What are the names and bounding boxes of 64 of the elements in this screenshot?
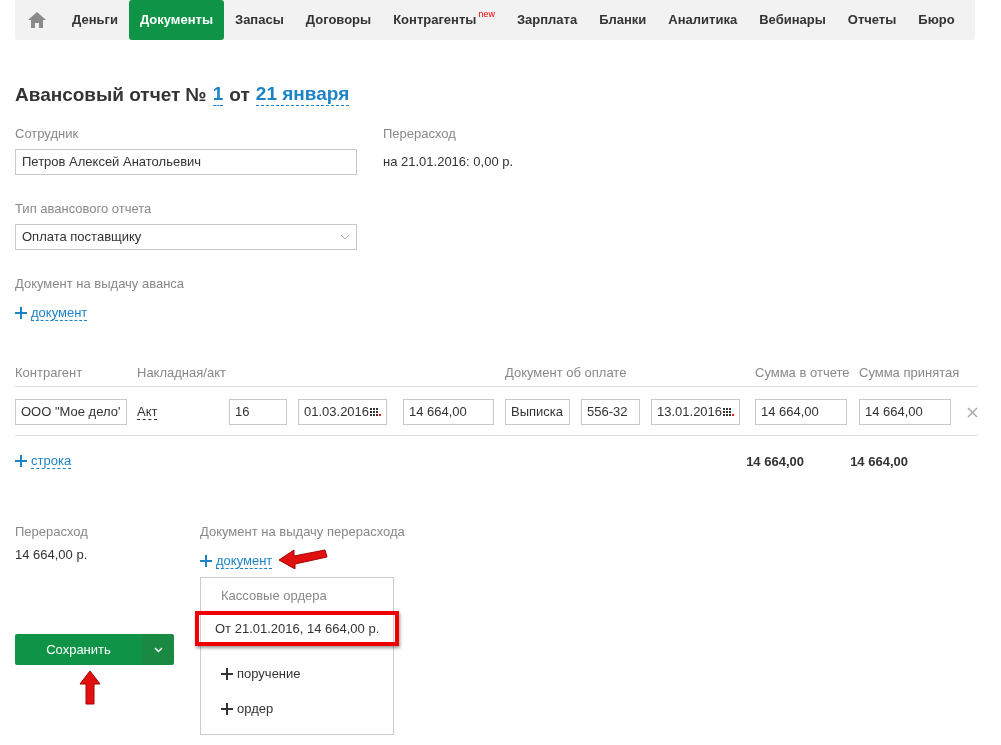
table-input[interactable]: 14 664,00 xyxy=(859,399,951,425)
add-document-link[interactable]: документ xyxy=(216,553,273,569)
total-value: 14 664,00 xyxy=(850,453,909,469)
chevron-down-icon xyxy=(153,646,163,653)
plus-icon xyxy=(221,702,233,715)
home-icon[interactable] xyxy=(27,11,47,29)
nav-tab[interactable]: Документы xyxy=(128,0,224,40)
menu-item[interactable]: От 21.01.2016, 14 664,00 р. xyxy=(195,611,399,646)
column-header: Накладная/акт xyxy=(137,365,226,380)
plus-icon xyxy=(15,307,27,319)
total-value: 14 664,00 xyxy=(746,453,805,469)
menu-item[interactable]: ордер xyxy=(237,701,274,716)
menu-section-header: Кассовые ордера xyxy=(220,588,328,603)
table-input[interactable]: ООО "Мое дело' xyxy=(15,399,127,425)
calendar-icon xyxy=(723,408,734,416)
nav-tab[interactable]: Зарплата xyxy=(505,0,589,40)
nav-tab[interactable]: Вебинары xyxy=(748,0,837,40)
date-field[interactable]: 13.01.2016 xyxy=(651,399,740,425)
plus-icon xyxy=(200,555,212,567)
nav-tab[interactable]: Запасы xyxy=(224,0,295,40)
nav-tab[interactable]: Отчеты xyxy=(836,0,908,40)
nav-tab[interactable]: Контрагенты$^{new}$ xyxy=(382,0,506,40)
add-row-link[interactable]: строка xyxy=(31,453,72,469)
arrow-icon xyxy=(278,547,328,569)
plus-icon xyxy=(221,667,233,680)
nav-tab[interactable]: Договоры xyxy=(294,0,383,40)
column-header: Документ об оплате xyxy=(505,365,627,380)
report-type-select[interactable]: Оплата поставщику xyxy=(15,224,357,250)
table-input[interactable]: 16 xyxy=(229,399,287,425)
document-type-link[interactable]: Акт xyxy=(137,404,158,420)
arrow-icon xyxy=(79,670,101,706)
overspend-amount: 14 664,00 р. xyxy=(15,547,89,562)
chevron-down-icon xyxy=(340,234,350,240)
field-label: Документ на выдачу перерасхода xyxy=(200,524,405,539)
title-from: от xyxy=(229,84,250,106)
field-label: Сотрудник xyxy=(15,126,80,141)
field-label: Перерасход xyxy=(15,524,89,539)
add-document-link[interactable]: документ xyxy=(31,305,88,321)
column-header: Сумма принятая xyxy=(859,365,960,380)
employee-field[interactable]: Петров Алексей Анатольевич xyxy=(15,149,357,175)
field-label: Документ на выдачу аванса xyxy=(15,276,186,291)
date-link[interactable]: 21 января xyxy=(255,84,350,106)
nav-tab[interactable]: Бюро xyxy=(907,0,966,40)
table-input[interactable]: 14 664,00 xyxy=(755,399,847,425)
column-header: Контрагент xyxy=(15,365,83,380)
nav-tab[interactable]: Аналитика xyxy=(657,0,749,40)
plus-icon xyxy=(15,455,27,467)
save-button[interactable]: Сохранить xyxy=(15,634,142,665)
table-input[interactable]: Выписка xyxy=(505,399,570,425)
column-header: Сумма в отчете xyxy=(755,365,850,380)
nav-tab[interactable]: Бланки xyxy=(588,0,658,40)
calendar-icon xyxy=(370,408,381,416)
table-input[interactable]: 556-32 xyxy=(581,399,640,425)
field-label: Тип авансового отчета xyxy=(15,201,153,216)
date-field[interactable]: 01.03.2016 xyxy=(298,399,387,425)
number-link[interactable]: 1 xyxy=(212,84,224,106)
close-icon[interactable] xyxy=(967,406,978,418)
save-options-button[interactable] xyxy=(142,634,174,665)
nav-tab[interactable]: Деньги xyxy=(61,0,129,40)
menu-item[interactable]: поручение xyxy=(237,666,301,681)
field-label: Перерасход xyxy=(383,126,457,141)
overspend-value: на 21.01.2016: 0,00 р. xyxy=(383,153,514,171)
page-title: Авансовый отчет № xyxy=(15,84,207,106)
table-input[interactable]: 14 664,00 xyxy=(403,399,494,425)
